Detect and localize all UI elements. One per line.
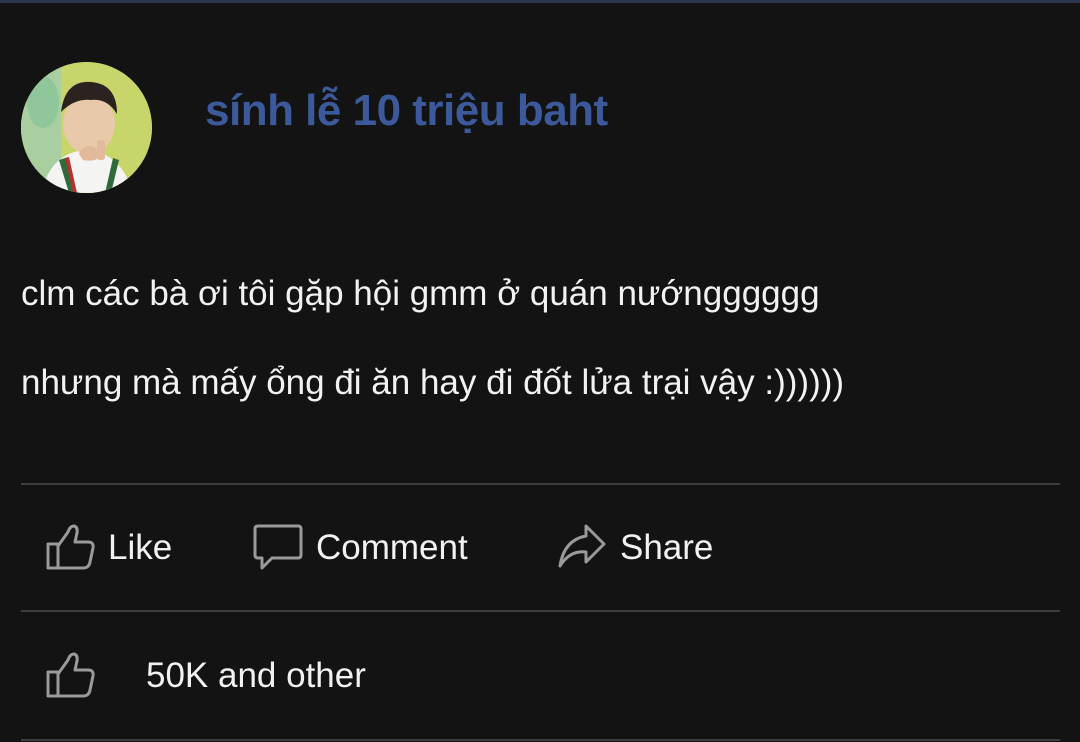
avatar[interactable] bbox=[21, 62, 152, 193]
like-button[interactable]: Like bbox=[44, 520, 172, 576]
post-text-line: clm các bà ơi tôi gặp hội gmm ở quán nướ… bbox=[21, 274, 820, 313]
post-text-line: nhưng mà mấy ổng đi ăn hay đi đốt lửa tr… bbox=[21, 363, 845, 402]
divider bbox=[21, 739, 1060, 741]
thumbs-up-icon bbox=[44, 648, 96, 705]
reaction-count: 50K and other bbox=[146, 656, 366, 695]
comment-label: Comment bbox=[316, 528, 468, 567]
share-button[interactable]: Share bbox=[556, 520, 713, 576]
comment-button[interactable]: Comment bbox=[252, 520, 468, 576]
like-label: Like bbox=[108, 528, 173, 567]
thumbs-up-icon bbox=[44, 520, 96, 577]
speech-bubble-icon bbox=[252, 520, 304, 577]
divider bbox=[21, 483, 1060, 485]
divider bbox=[21, 610, 1060, 612]
author-name[interactable]: sính lễ 10 triệu baht bbox=[205, 86, 608, 136]
share-arrow-icon bbox=[556, 520, 608, 577]
reaction-summary[interactable]: 50K and other bbox=[44, 648, 366, 704]
top-border bbox=[0, 0, 1080, 3]
share-label: Share bbox=[620, 528, 714, 567]
